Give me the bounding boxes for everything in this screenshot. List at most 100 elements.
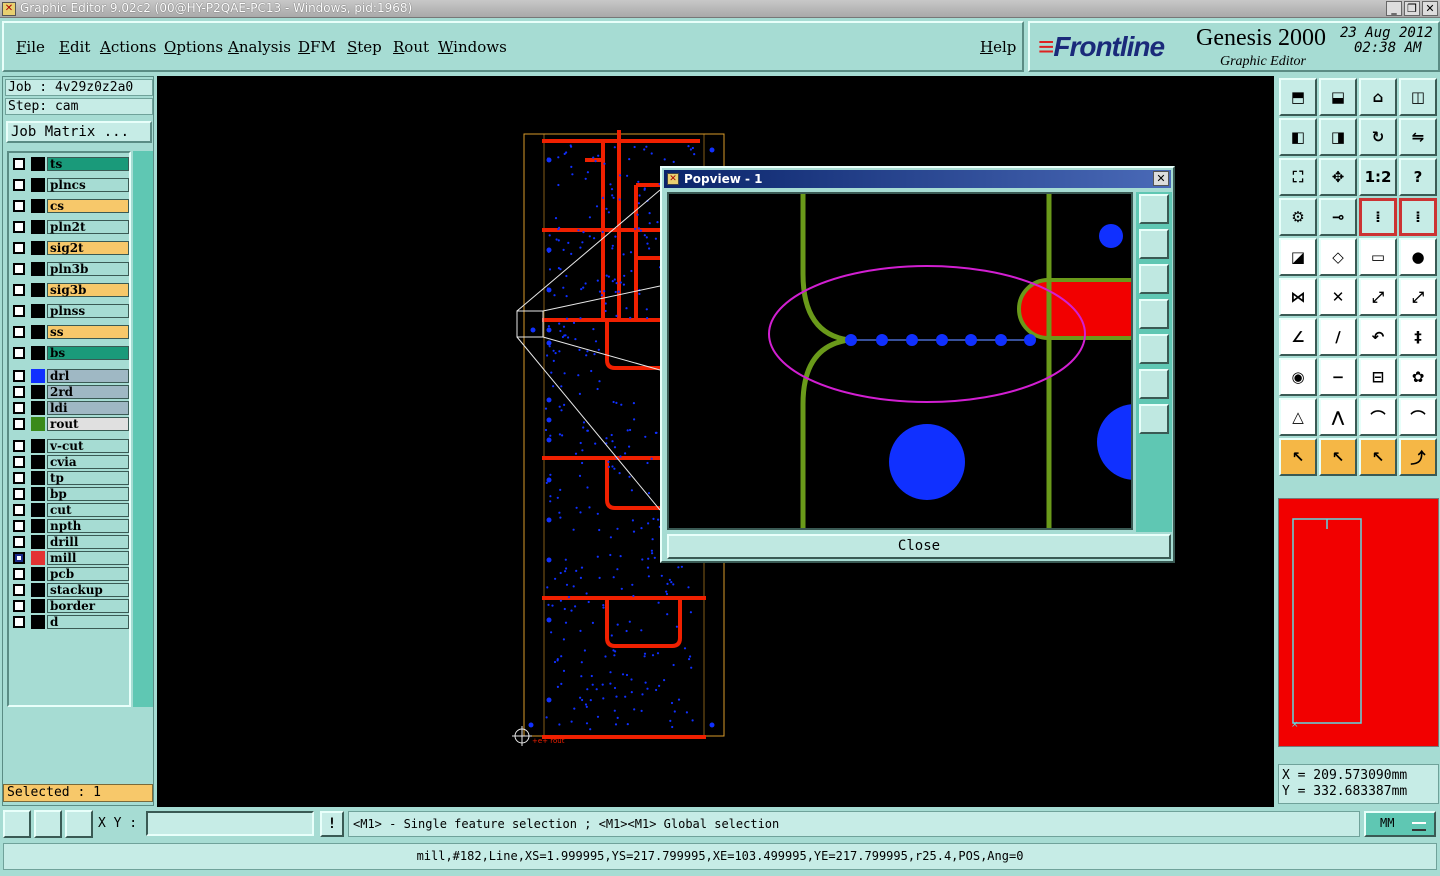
layer-name[interactable]: tp: [47, 471, 129, 485]
layer-colors-alt-icon[interactable]: ⁞: [1399, 198, 1437, 236]
layer-color-swatch[interactable]: [31, 439, 45, 453]
layer-name[interactable]: rout: [47, 417, 129, 431]
pointer-box-icon[interactable]: ↖: [1319, 438, 1357, 476]
layer-name[interactable]: ldi: [47, 401, 129, 415]
layer-checkbox[interactable]: [13, 504, 25, 516]
close-button[interactable]: ✕: [1422, 1, 1438, 16]
layer-name[interactable]: ts: [47, 157, 129, 171]
layer-checkbox[interactable]: [13, 326, 25, 338]
menu-rout[interactable]: Rout: [393, 38, 429, 56]
layer-name[interactable]: sig2t: [47, 241, 129, 255]
layer-name[interactable]: stackup: [47, 583, 129, 597]
popview-canvas[interactable]: [667, 192, 1133, 530]
layer-checkbox[interactable]: [13, 386, 25, 398]
mirror-icon[interactable]: ⇋: [1399, 118, 1437, 156]
layer-color-swatch[interactable]: [31, 503, 45, 517]
layer-color-swatch[interactable]: [31, 615, 45, 629]
layer-name[interactable]: drill: [47, 535, 129, 549]
popview-zoom-tool-icon[interactable]: [1139, 194, 1169, 224]
grid-tool-icon[interactable]: [65, 810, 93, 838]
layer-checkbox[interactable]: [13, 488, 25, 500]
layer-color-swatch[interactable]: [31, 455, 45, 469]
select-icon[interactable]: ◪: [1279, 238, 1317, 276]
split-view-icon[interactable]: ◫: [1399, 78, 1437, 116]
rotate-icon[interactable]: ↻: [1359, 118, 1397, 156]
layer-name[interactable]: v-cut: [47, 439, 129, 453]
layer-color-swatch[interactable]: [31, 325, 45, 339]
arc-icon[interactable]: ↶: [1359, 318, 1397, 356]
layer-name[interactable]: cut: [47, 503, 129, 517]
pointer-icon[interactable]: ↖: [1279, 438, 1317, 476]
layer-name[interactable]: bp: [47, 487, 129, 501]
layer-checkbox[interactable]: [13, 552, 25, 564]
layer-checkbox[interactable]: [13, 568, 25, 580]
menu-analysis[interactable]: Analysis: [228, 38, 291, 56]
layer-name[interactable]: d: [47, 615, 129, 629]
layer-checkbox[interactable]: [13, 347, 25, 359]
layer-color-swatch[interactable]: [31, 535, 45, 549]
layer-color-swatch[interactable]: [31, 487, 45, 501]
layer-color-swatch[interactable]: [31, 417, 45, 431]
menu-file[interactable]: File: [16, 38, 45, 56]
layer-checkbox[interactable]: [13, 402, 25, 414]
layer-checkbox[interactable]: [13, 600, 25, 612]
zoom-out-icon[interactable]: [1139, 404, 1169, 434]
layer-color-swatch[interactable]: [31, 346, 45, 360]
pan-down-icon[interactable]: [1139, 264, 1169, 294]
angle-icon[interactable]: ∠: [1279, 318, 1317, 356]
info-button[interactable]: !: [320, 811, 344, 837]
layer-name[interactable]: sig3b: [47, 283, 129, 297]
shape-icon[interactable]: ◇: [1319, 238, 1357, 276]
triangle-icon[interactable]: △: [1279, 398, 1317, 436]
layer-colors-icon[interactable]: ⁞: [1359, 198, 1397, 236]
pan-left-icon[interactable]: ◧: [1279, 118, 1317, 156]
layer-color-swatch[interactable]: [31, 551, 45, 565]
layer-checkbox[interactable]: [13, 440, 25, 452]
connect-icon[interactable]: ⋈: [1279, 278, 1317, 316]
minimize-button[interactable]: _: [1386, 1, 1402, 16]
arch-icon[interactable]: ⌒: [1359, 398, 1397, 436]
layer-name[interactable]: plncs: [47, 178, 129, 192]
triangle-alt-icon[interactable]: ⋀: [1319, 398, 1357, 436]
text-icon[interactable]: ‡: [1399, 318, 1437, 356]
layer-checkbox[interactable]: [13, 242, 25, 254]
menu-edit[interactable]: Edit: [59, 38, 90, 56]
menu-dfm[interactable]: DFM: [298, 38, 336, 56]
layer-checkbox[interactable]: [13, 179, 25, 191]
layer-name[interactable]: pln2t: [47, 220, 129, 234]
layer-color-swatch[interactable]: [31, 401, 45, 415]
cross-icon[interactable]: ✕: [1319, 278, 1357, 316]
settings-icon[interactable]: ⚙: [1279, 198, 1317, 236]
layer-checkbox[interactable]: [13, 472, 25, 484]
layer-name[interactable]: pcb: [47, 567, 129, 581]
pan-up-icon[interactable]: [1139, 229, 1169, 259]
layer-color-swatch[interactable]: [31, 157, 45, 171]
layer-checkbox[interactable]: [13, 418, 25, 430]
pad-icon[interactable]: ◉: [1279, 358, 1317, 396]
layer-name[interactable]: pln3b: [47, 262, 129, 276]
snap-tool-icon[interactable]: [3, 810, 31, 838]
save-icon[interactable]: ⬓: [1319, 78, 1357, 116]
layer-color-swatch[interactable]: [31, 583, 45, 597]
layer-color-swatch[interactable]: [31, 220, 45, 234]
scale-1-2-icon[interactable]: 1:2: [1359, 158, 1397, 196]
measure-icon[interactable]: ⊸: [1319, 198, 1357, 236]
route-icon[interactable]: ⤴: [1399, 438, 1437, 476]
restore-button[interactable]: ❐: [1404, 1, 1420, 16]
layer-name[interactable]: cvia: [47, 455, 129, 469]
layer-checkbox[interactable]: [13, 263, 25, 275]
open-job-icon[interactable]: ⬒: [1279, 78, 1317, 116]
home-icon[interactable]: ⌂: [1359, 78, 1397, 116]
circle-icon[interactable]: ●: [1399, 238, 1437, 276]
menu-windows[interactable]: Windows: [438, 38, 507, 56]
layer-checkbox[interactable]: [13, 536, 25, 548]
layer-color-swatch[interactable]: [31, 519, 45, 533]
title-bar[interactable]: ✕ Graphic Editor 9.02c2 (00@HY-P2QAE-PC1…: [0, 0, 1440, 18]
move-icon[interactable]: ✥: [1319, 158, 1357, 196]
popview-close-button[interactable]: Close: [667, 534, 1171, 559]
layer-color-swatch[interactable]: [31, 178, 45, 192]
layer-checkbox[interactable]: [13, 221, 25, 233]
layer-scrollbar[interactable]: [133, 151, 153, 707]
layer-name[interactable]: ss: [47, 325, 129, 339]
cluster-icon[interactable]: ✿: [1399, 358, 1437, 396]
